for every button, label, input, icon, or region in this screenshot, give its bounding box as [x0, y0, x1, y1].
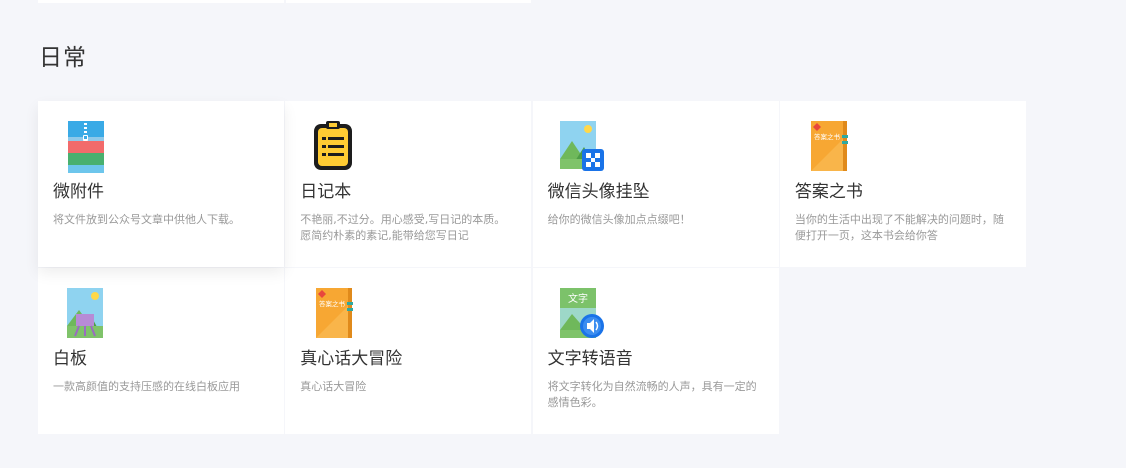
section-title: 日常 — [39, 45, 87, 71]
previous-section-cards — [38, 0, 531, 3]
notebook-icon — [314, 121, 353, 170]
whiteboard-icon — [67, 288, 103, 338]
card-title: 微信头像挂坠 — [547, 182, 650, 202]
card-description: 将文字转化为自然流畅的人声，具有一定的感情色彩。 — [547, 380, 757, 409]
card-description: 给你的微信头像加点点缀吧！ — [547, 213, 691, 226]
card-title: 日记本 — [300, 182, 352, 202]
card-description: 真心话大冒险 — [300, 380, 367, 393]
card-title: 答案之书 — [794, 182, 863, 202]
card-answer-book[interactable]: 答案之书 答案之书 当你的生活中出现了不能解决的问题时，随便打开一页，这本书会给… — [779, 101, 1026, 267]
text-to-speech-icon: 文字 — [559, 288, 604, 338]
card-title: 微附件 — [53, 182, 104, 202]
answer-book-icon: 答案之书 — [810, 121, 848, 171]
card-title: 白板 — [53, 349, 87, 369]
avatar-pendant-icon — [559, 121, 604, 171]
previous-card-1 — [38, 0, 284, 3]
card-description: 当你的生活中出现了不能解决的问题时，随便打开一页，这本书会给你答 — [794, 213, 1004, 242]
card-description: 不艳丽,不过分。用心感受,写日记的本质。愿简约朴素的素记,能带给您写日记 — [300, 213, 506, 242]
app-grid: 微附件 将文件放到公众号文章中供他人下载。 日记本 不艳丽,不过分。用心感受,写… — [38, 101, 1026, 434]
card-text-to-speech[interactable]: 文字 文字转语音 将文字转化为自然流畅的人声，具有一定的感情色彩。 — [532, 268, 779, 434]
card-description: 将文件放到公众号文章中供他人下载。 — [53, 213, 240, 226]
card-title: 文字转语音 — [547, 349, 633, 369]
truth-or-dare-book-icon: 答案之书 — [316, 288, 354, 338]
book-cover-label: 答案之书 — [814, 132, 841, 141]
book-cover-label: 答案之书 — [319, 299, 346, 308]
card-truth-or-dare[interactable]: 答案之书 真心话大冒险 真心话大冒险 — [285, 268, 532, 434]
card-description: 一款高颜值的支持压感的在线白板应用 — [53, 380, 240, 393]
card-diary[interactable]: 日记本 不艳丽,不过分。用心感受,写日记的本质。愿简约朴素的素记,能带给您写日记 — [285, 101, 532, 267]
card-weifujian[interactable]: 微附件 将文件放到公众号文章中供他人下载。 — [38, 101, 284, 267]
card-title: 真心话大冒险 — [300, 349, 403, 369]
tts-badge-label: 文字 — [568, 292, 588, 305]
card-avatar-pendant[interactable]: 微信头像挂坠 给你的微信头像加点点缀吧！ — [532, 101, 779, 267]
previous-card-2 — [285, 0, 531, 3]
card-whiteboard[interactable]: 白板 一款高颜值的支持压感的在线白板应用 — [38, 268, 284, 434]
zip-archive-icon — [68, 121, 104, 173]
